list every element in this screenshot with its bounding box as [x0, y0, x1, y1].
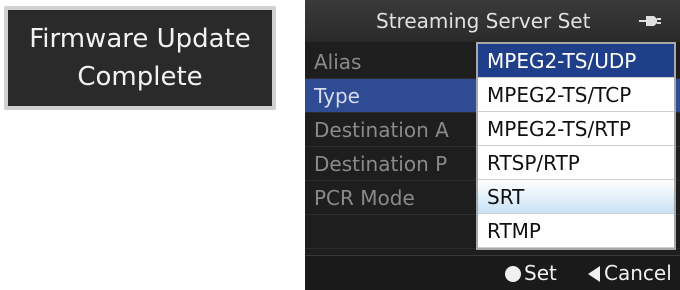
menu-row-label: PCR Mode [314, 186, 415, 210]
screen-footer: Set Cancel [305, 255, 680, 290]
notice-line-2: Complete [77, 62, 203, 92]
dropdown-option-rtsp-rtp[interactable]: RTSP/RTP [478, 146, 674, 180]
screen-header: Streaming Server Set [305, 0, 680, 42]
dropdown-option-mpeg2-ts-rtp[interactable]: MPEG2-TS/RTP [478, 112, 674, 146]
cancel-label: Cancel [604, 261, 672, 285]
cancel-button[interactable]: Cancel [588, 256, 672, 290]
back-triangle-icon [588, 266, 600, 282]
cable-plug-icon [639, 16, 661, 26]
set-button[interactable]: Set [505, 256, 557, 290]
menu-row-label: Destination P [314, 152, 448, 176]
firmware-update-notice: Firmware Update Complete [4, 6, 276, 110]
dropdown-option-rtmp[interactable]: RTMP [478, 214, 674, 248]
dropdown-option-mpeg2-ts-udp[interactable]: MPEG2-TS/UDP [478, 44, 674, 78]
menu-row-label: Alias [314, 50, 362, 74]
streaming-server-settings-screen: Streaming Server Set Alias Type Destinat… [305, 0, 680, 290]
menu-row-label: Destination A [314, 118, 449, 142]
menu-row-label: Type [314, 84, 360, 108]
notice-box: Firmware Update Complete [8, 10, 272, 106]
dropdown-option-mpeg2-ts-tcp[interactable]: MPEG2-TS/TCP [478, 78, 674, 112]
notice-line-1: Firmware Update [29, 24, 251, 54]
set-label: Set [524, 261, 557, 285]
type-dropdown-list[interactable]: MPEG2-TS/UDP MPEG2-TS/TCP MPEG2-TS/RTP R… [476, 42, 676, 250]
dropdown-option-srt[interactable]: SRT [478, 180, 674, 214]
set-dot-icon [505, 266, 521, 282]
screen-title: Streaming Server Set [376, 9, 591, 33]
